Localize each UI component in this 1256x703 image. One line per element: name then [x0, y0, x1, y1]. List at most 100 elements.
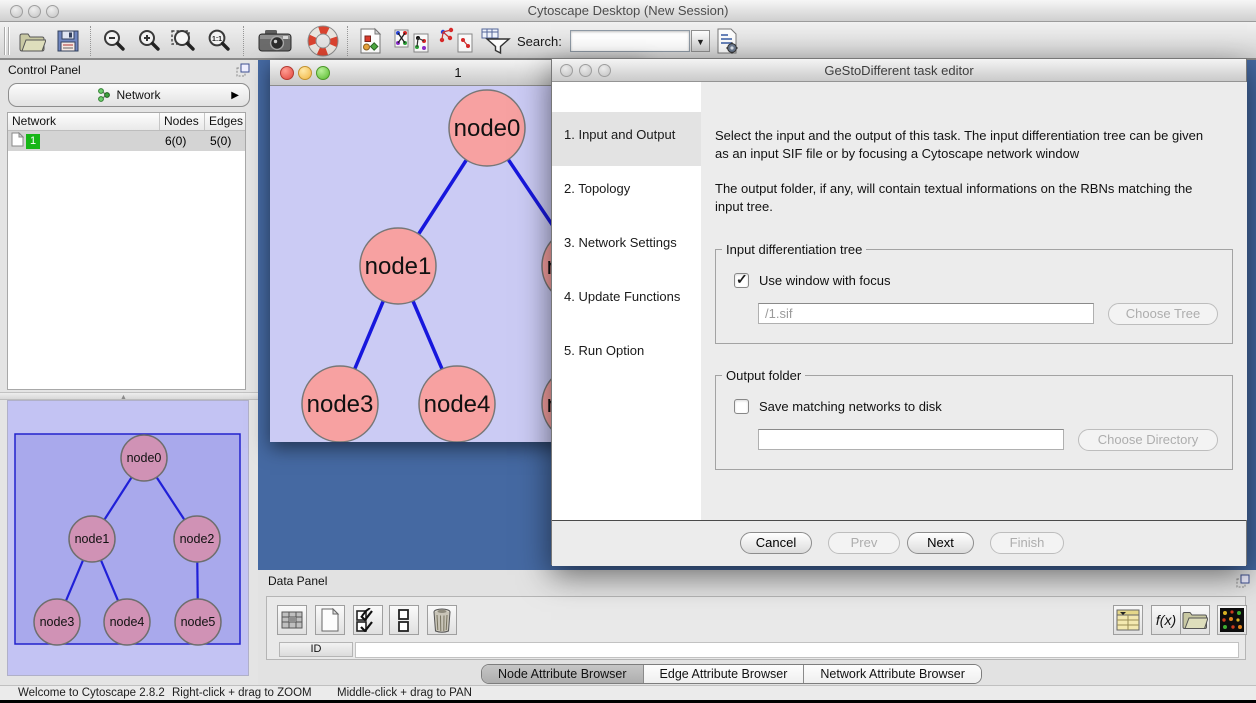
graph-node-label: node2: [180, 532, 215, 546]
cancel-button[interactable]: Cancel: [740, 532, 812, 554]
export-network-icon[interactable]: [436, 25, 476, 57]
panel-split-divider[interactable]: ▲: [0, 392, 258, 400]
column-network[interactable]: Network: [8, 113, 160, 130]
wizard-content: Select the input and the output of this …: [701, 82, 1247, 520]
tab-network-attribute-browser[interactable]: Network Attribute Browser: [804, 665, 981, 683]
main-toolbar: 1:1 Search: ▼: [0, 22, 1256, 60]
next-button[interactable]: Next: [907, 532, 974, 554]
save-networks-label: Save matching networks to disk: [759, 399, 942, 414]
graph-node-label: node3: [40, 615, 75, 629]
dialog-intro-text: Select the input and the output of this …: [715, 127, 1220, 164]
wizard-steps-sidebar: 1. Input and Output 2. Topology 3. Netwo…: [552, 82, 701, 520]
network-name-badge: 1: [26, 134, 40, 149]
cytoscape-app: Cytoscape Desktop (New Session) 1:1: [0, 0, 1256, 703]
graph-node-label: node1: [75, 532, 110, 546]
filter-icon[interactable]: [480, 25, 512, 57]
save-networks-checkbox[interactable]: [734, 399, 749, 414]
float-panel-icon[interactable]: [1236, 574, 1250, 588]
toolbar-separator: [90, 26, 91, 56]
step-topology[interactable]: 2. Topology: [552, 166, 701, 220]
dialog-title: GeStoDifferent task editor: [552, 63, 1246, 78]
output-folder-group: Output folder Save matching networks to …: [715, 375, 1233, 470]
id-column-header[interactable]: ID: [279, 642, 353, 657]
input-tree-group-title: Input differentiation tree: [722, 242, 866, 257]
graph-node-label: node0: [454, 115, 521, 142]
tab-edge-attribute-browser[interactable]: Edge Attribute Browser: [644, 665, 805, 683]
control-panel: Control Panel Network ▶ Network Nodes Ed…: [0, 60, 258, 685]
zoom-selected-region-icon[interactable]: [168, 25, 200, 57]
import-network-icon[interactable]: [392, 25, 432, 57]
delete-attribute-icon[interactable]: [427, 605, 457, 635]
attribute-table-icon[interactable]: [1113, 605, 1143, 635]
search-settings-icon[interactable]: [712, 25, 744, 57]
attribute-browser-tabs: Node Attribute Browser Edge Attribute Br…: [481, 664, 982, 684]
status-zoom-hint: Right-click + drag to ZOOM: [172, 687, 312, 699]
finish-button[interactable]: Finish: [990, 532, 1064, 554]
help-lifering-icon[interactable]: [303, 25, 343, 57]
step-network-settings[interactable]: 3. Network Settings: [552, 220, 701, 274]
network-table-header: Network Nodes Edges: [8, 113, 245, 131]
attribute-table-empty-row[interactable]: [355, 642, 1239, 658]
zoom-in-icon[interactable]: [133, 25, 165, 57]
heatmap-icon[interactable]: [1217, 605, 1247, 635]
column-edges[interactable]: Edges: [205, 113, 245, 130]
fx-label: f(x): [1156, 612, 1176, 628]
tab-node-attribute-browser[interactable]: Node Attribute Browser: [482, 665, 644, 683]
function-builder-icon[interactable]: f(x): [1151, 605, 1181, 635]
table-row[interactable]: 1 6(0) 5(0): [8, 131, 245, 151]
tab-scroll-arrow-icon[interactable]: ▶: [231, 90, 239, 101]
save-session-icon[interactable]: [52, 25, 84, 57]
toolbar-grip[interactable]: [8, 27, 10, 55]
choose-tree-button[interactable]: Choose Tree: [1108, 303, 1218, 325]
gestodifferent-dialog: GeStoDifferent task editor 1. Input and …: [551, 58, 1247, 565]
dialog-button-bar: Cancel Prev Next Finish: [552, 520, 1246, 566]
snapshot-icon[interactable]: [253, 25, 297, 57]
toolbar-grip[interactable]: [4, 27, 6, 55]
graph-node-label: node4: [110, 615, 145, 629]
app-titlebar: Cytoscape Desktop (New Session): [0, 0, 1256, 22]
column-nodes[interactable]: Nodes: [160, 113, 205, 130]
prev-button[interactable]: Prev: [828, 532, 900, 554]
step-input-and-output[interactable]: 1. Input and Output: [552, 112, 701, 166]
import-attributes-icon[interactable]: [1180, 605, 1210, 635]
float-panel-icon[interactable]: [236, 63, 250, 77]
data-panel: Data Panel f(x): [258, 570, 1256, 685]
step-run-option[interactable]: 5. Run Option: [552, 328, 701, 382]
zoom-actual-size-icon[interactable]: 1:1: [203, 25, 235, 57]
network-tab-label: Network: [116, 88, 160, 102]
search-input[interactable]: [571, 31, 689, 51]
status-pan-hint: Middle-click + drag to PAN: [337, 687, 472, 699]
output-folder-field[interactable]: [758, 429, 1064, 450]
attribute-grid-icon[interactable]: [277, 605, 307, 635]
network-nodes-count: 6(0): [160, 134, 205, 148]
create-attribute-icon[interactable]: [315, 605, 345, 635]
overview-graph[interactable]: node0node1node2node3node4node5: [8, 401, 249, 676]
select-attributes-icon[interactable]: [353, 605, 383, 635]
network-edges-count: 5(0): [205, 134, 245, 148]
network-doc-icon: [11, 132, 24, 150]
graph-node-label: node1: [365, 253, 432, 280]
step-update-functions[interactable]: 4. Update Functions: [552, 274, 701, 328]
use-window-with-focus-checkbox[interactable]: [734, 273, 749, 288]
network-overview[interactable]: node0node1node2node3node4node5: [7, 400, 249, 676]
graph-node-label: node3: [307, 391, 374, 418]
search-dropdown-arrow-icon[interactable]: ▼: [691, 30, 710, 52]
dialog-titlebar[interactable]: GeStoDifferent task editor: [552, 59, 1246, 82]
search-label: Search:: [517, 34, 562, 49]
output-folder-group-title: Output folder: [722, 368, 805, 383]
status-bar: Welcome to Cytoscape 2.8.2 Right-click +…: [0, 685, 1256, 700]
graph-node-label: node4: [424, 391, 491, 418]
tab-network[interactable]: Network ▶: [8, 83, 250, 107]
toolbar-separator: [243, 26, 244, 56]
vizmapper-icon[interactable]: [354, 25, 386, 57]
app-title: Cytoscape Desktop (New Session): [0, 3, 1256, 18]
open-session-icon[interactable]: [16, 25, 48, 57]
zoom-out-icon[interactable]: [98, 25, 130, 57]
choose-directory-button[interactable]: Choose Directory: [1078, 429, 1218, 451]
column-visibility-icon[interactable]: [389, 605, 419, 635]
input-tree-path-field[interactable]: /1.sif: [758, 303, 1094, 324]
attribute-browser-panel: f(x) ID: [266, 596, 1246, 660]
zoom-actual-label: 1:1: [212, 36, 222, 43]
status-welcome: Welcome to Cytoscape 2.8.2: [18, 687, 165, 699]
input-tree-group: Input differentiation tree Use window wi…: [715, 249, 1233, 344]
